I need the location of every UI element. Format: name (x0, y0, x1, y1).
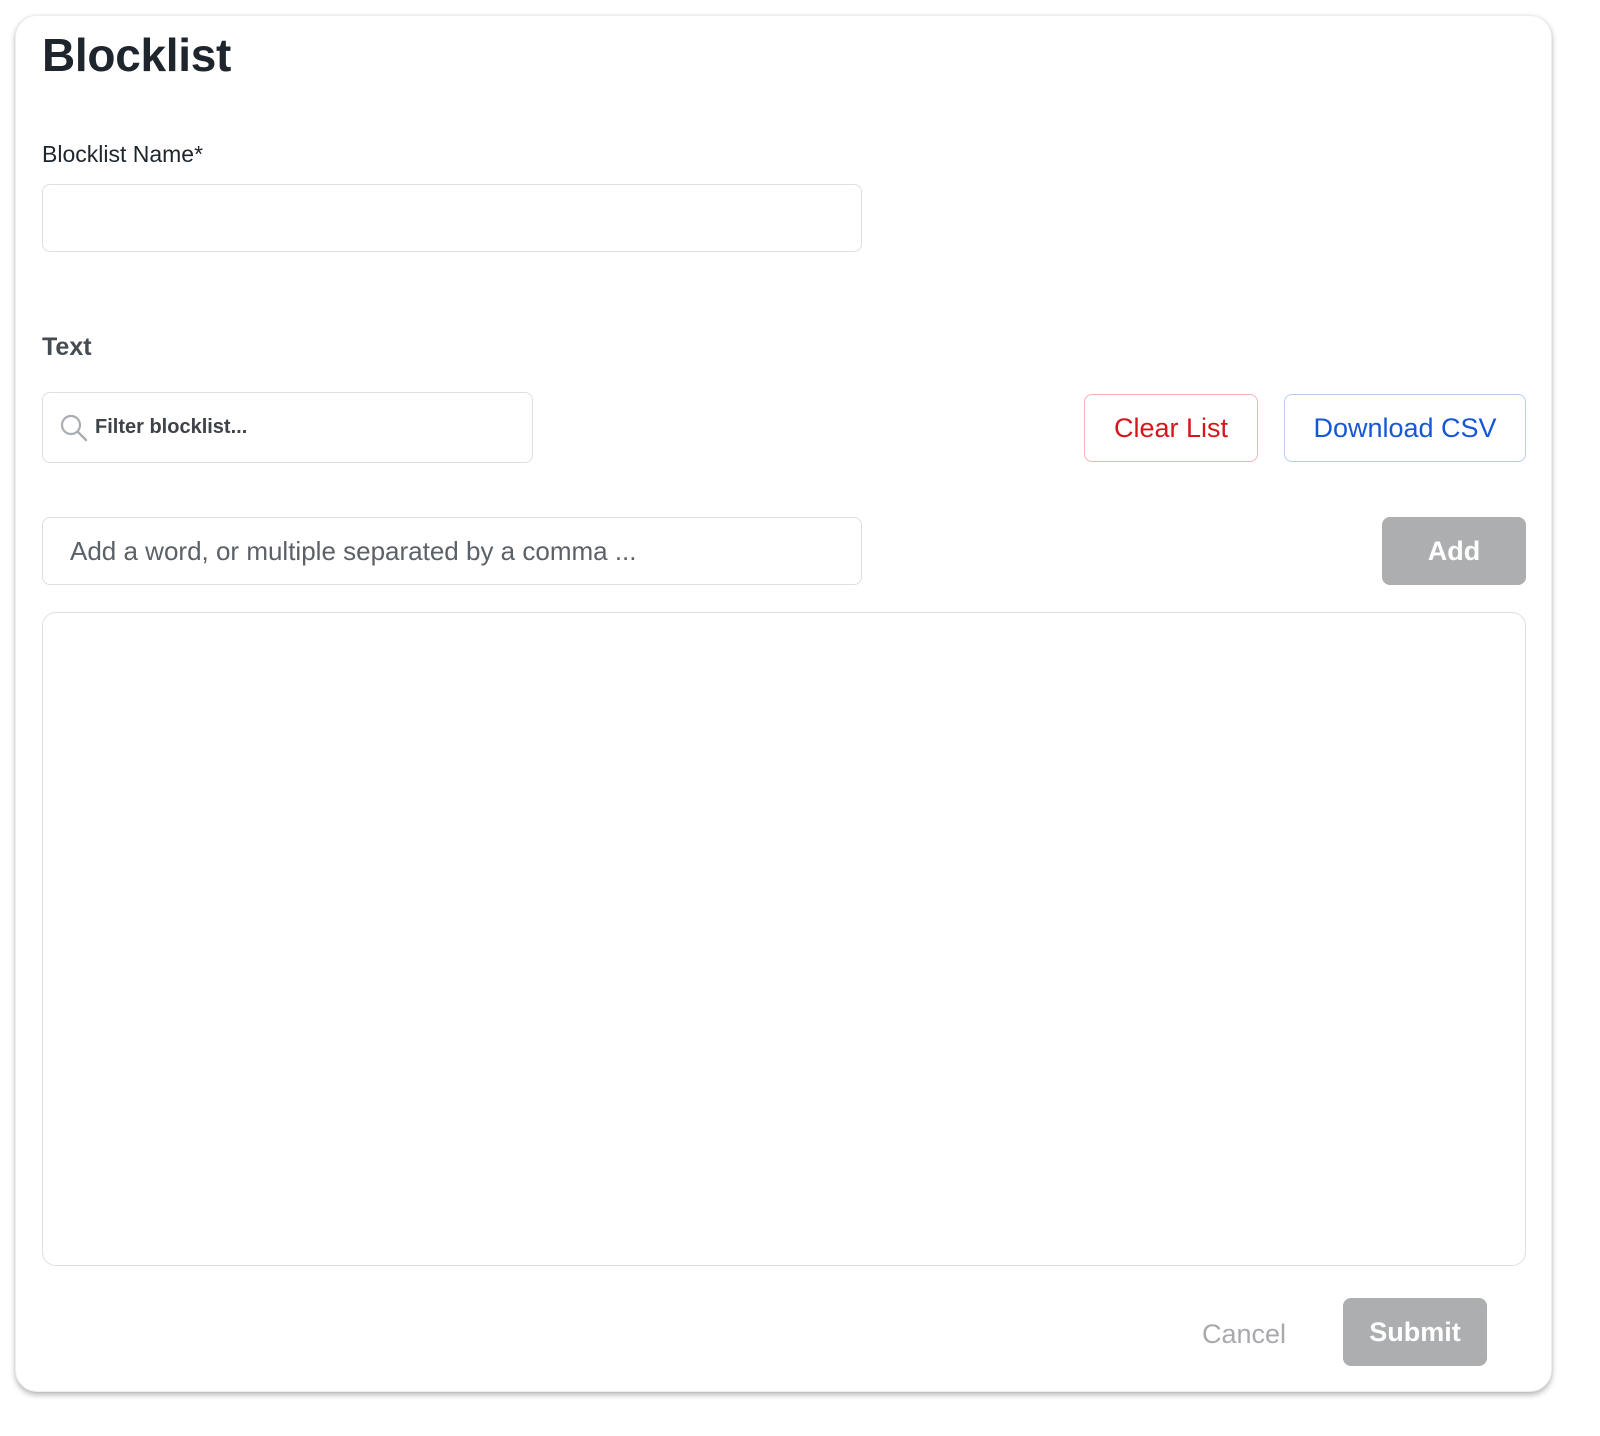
add-button[interactable]: Add (1382, 517, 1526, 585)
filter-blocklist-input[interactable] (95, 393, 515, 462)
page-title: Blocklist (42, 29, 232, 81)
filter-search-box[interactable] (42, 392, 533, 463)
submit-button[interactable]: Submit (1343, 1298, 1487, 1366)
blocklist-name-label: Blocklist Name* (42, 141, 204, 167)
clear-list-button[interactable]: Clear List (1084, 394, 1258, 462)
blocklist-items-area[interactable] (42, 612, 1526, 1266)
blocklist-name-input[interactable] (42, 184, 862, 252)
add-word-input[interactable] (42, 517, 862, 585)
search-icon (60, 414, 88, 442)
text-section-title: Text (42, 333, 92, 361)
blocklist-dialog: Blocklist Blocklist Name* Text Clear Lis… (15, 15, 1552, 1392)
download-csv-button[interactable]: Download CSV (1284, 394, 1526, 462)
cancel-button[interactable]: Cancel (1174, 1300, 1314, 1368)
